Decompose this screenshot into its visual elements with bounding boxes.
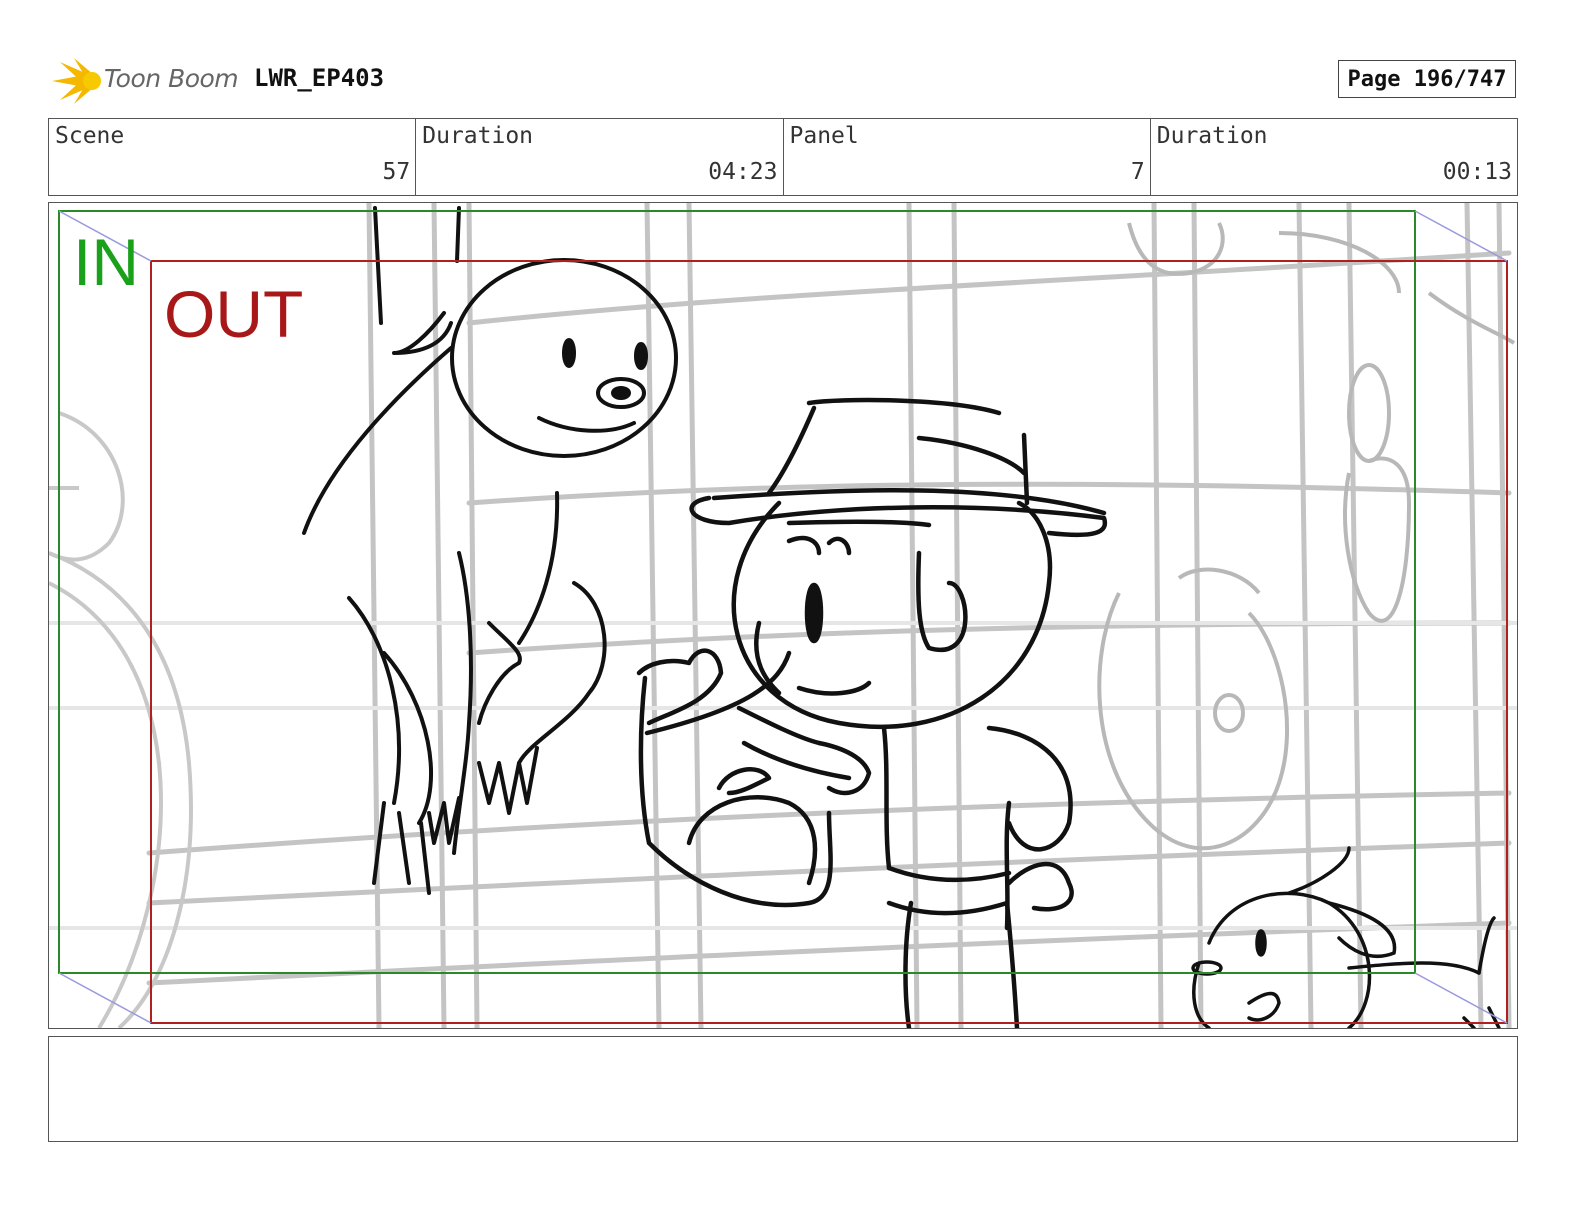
panel-duration-label: Duration	[1156, 123, 1268, 149]
logo-text: Toon Boom	[104, 64, 239, 93]
panel-cell: Panel 7	[784, 119, 1151, 195]
panel-label: Panel	[789, 123, 859, 149]
dog-drawing	[1191, 846, 1501, 1028]
scene-cell: Scene 57	[49, 119, 417, 195]
scene-duration-label: Duration	[422, 123, 534, 149]
panel-duration-cell: Duration 00:13	[1151, 119, 1517, 195]
background-cage-sketch	[146, 203, 1512, 1028]
page-indicator: Page 196/747	[1338, 60, 1516, 98]
storyboard-panel: IN OUT	[48, 202, 1518, 1029]
scene-info-row: Scene 57 Duration 04:23 Panel 7 Duration…	[48, 118, 1518, 196]
scene-duration-value: 04:23	[708, 159, 778, 185]
boy-drawing	[636, 397, 1108, 1028]
panel-notes-box	[48, 1036, 1518, 1142]
scene-label: Scene	[55, 123, 125, 149]
out-frame-label: OUT	[164, 277, 304, 351]
wheel-sketch	[49, 411, 193, 1028]
in-frame-label: IN	[73, 225, 139, 299]
scene-value: 57	[382, 159, 411, 185]
panel-value: 7	[1130, 159, 1145, 185]
scene-duration-cell: Duration 04:23	[416, 119, 784, 195]
panel-duration-value: 00:13	[1442, 159, 1512, 185]
project-title: LWR_EP403	[254, 64, 385, 92]
